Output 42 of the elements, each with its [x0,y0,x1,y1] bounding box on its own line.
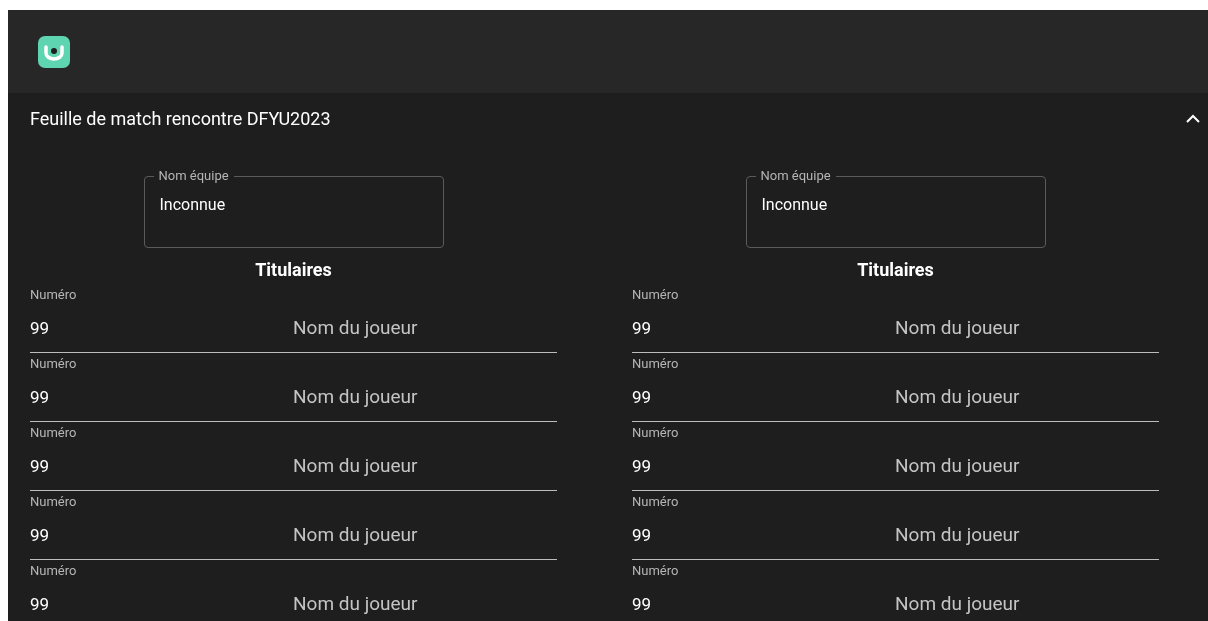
player-name-input[interactable]: Nom du joueur [895,383,1159,412]
field-label: Numéro [30,355,78,373]
team-name-field[interactable]: Nom équipe Inconnue [745,167,1046,248]
field-label: Numéro [632,424,680,442]
number-input[interactable]: 99 [30,383,293,412]
player-name-input[interactable]: Nom du joueur [895,590,1159,619]
number-input[interactable]: 99 [632,521,895,550]
number-input[interactable]: 99 [30,314,293,343]
field-label: Numéro [30,424,78,442]
logo-icon [38,35,70,68]
number-input[interactable]: 99 [632,590,895,619]
panel-title: Feuille de match rencontre DFYU2023 [30,106,331,131]
player-name-input[interactable]: Nom du joueur [293,452,557,481]
field-label: Numéro [632,355,680,373]
number-input[interactable]: 99 [632,452,895,481]
player-name-input[interactable]: Nom du joueur [895,452,1159,481]
player-name-input[interactable]: Nom du joueur [293,590,557,619]
section-title: Titulaires [255,258,332,282]
number-input[interactable]: 99 [30,590,293,619]
field-label: Nom équipe [157,167,230,185]
player-name-input[interactable]: Nom du joueur [293,314,557,343]
player-name-input[interactable]: Nom du joueur [293,521,557,550]
player-name-input[interactable]: Nom du joueur [293,383,557,412]
number-input[interactable]: 99 [30,521,293,550]
field-label: Numéro [632,286,680,304]
section-title: Titulaires [857,258,934,282]
number-input[interactable]: 99 [30,452,293,481]
field-label: Numéro [632,493,680,511]
number-input[interactable]: 99 [632,314,895,343]
field-label: Numéro [30,562,78,580]
team-name-input[interactable]: Inconnue [159,193,428,217]
field-label: Numéro [632,562,680,580]
player-name-input[interactable]: Nom du joueur [895,521,1159,550]
chevron-up-icon[interactable] [1186,113,1200,123]
field-label: Numéro [30,286,78,304]
accordion-header[interactable]: Feuille de match rencontre DFYU2023 [8,93,1208,143]
field-label: Nom équipe [759,167,832,185]
player-name-input[interactable]: Nom du joueur [895,314,1159,343]
team-name-input[interactable]: Inconnue [761,193,1030,217]
team-name-field[interactable]: Nom équipe Inconnue [143,167,444,248]
field-label: Numéro [30,493,78,511]
number-input[interactable]: 99 [632,383,895,412]
